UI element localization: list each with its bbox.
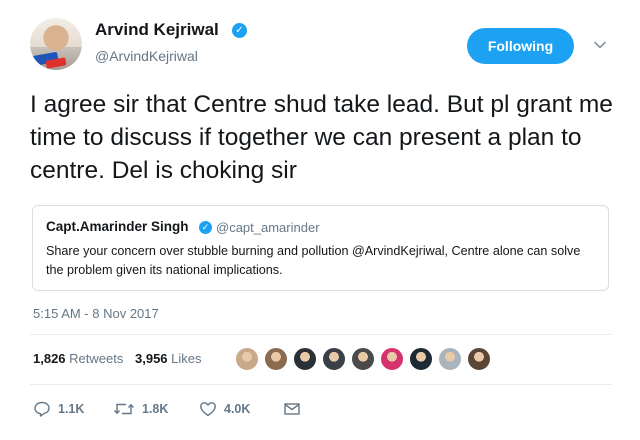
reply-icon (34, 401, 50, 417)
retweet-icon (113, 403, 135, 415)
chevron-down-icon[interactable] (593, 38, 607, 52)
retweet-count: 1.8K (142, 402, 169, 416)
liker-avatar[interactable] (263, 346, 289, 372)
quoted-author-name: Capt.Amarinder Singh (46, 219, 189, 234)
liker-avatar[interactable] (437, 346, 463, 372)
envelope-icon (284, 403, 300, 415)
author-avatar[interactable] (30, 18, 82, 70)
following-button[interactable]: Following (467, 28, 574, 64)
author-handle[interactable]: @ArvindKejriwal (95, 48, 198, 64)
liker-avatar[interactable] (350, 346, 376, 372)
liker-avatar[interactable] (408, 346, 434, 372)
quoted-tweet[interactable]: Capt.Amarinder Singh ✓ @capt_amarinder S… (32, 205, 609, 291)
liker-avatar[interactable] (466, 346, 492, 372)
heart-icon (200, 402, 216, 417)
divider (30, 384, 612, 385)
tweet-text: I agree sir that Centre shud take lead. … (30, 91, 613, 184)
retweet-button[interactable]: 1.8K (113, 398, 168, 420)
reply-button[interactable]: 1.1K (33, 398, 84, 420)
like-count: 4.0K (224, 402, 251, 416)
liker-avatar[interactable] (379, 346, 405, 372)
quoted-tweet-text: Share your concern over stubble burning … (46, 244, 581, 277)
quoted-author-handle: @capt_amarinder (216, 220, 320, 235)
liker-avatar[interactable] (292, 346, 318, 372)
divider (30, 334, 612, 335)
retweets-count[interactable]: 1,826 (33, 351, 66, 366)
reply-count: 1.1K (58, 402, 85, 416)
verified-badge-icon: ✓ (199, 221, 212, 234)
direct-message-button[interactable] (283, 398, 308, 420)
liker-avatar[interactable] (321, 346, 347, 372)
liker-avatar[interactable] (234, 346, 260, 372)
author-name[interactable]: Arvind Kejriwal (95, 20, 219, 40)
likes-count[interactable]: 3,956 (135, 351, 168, 366)
verified-badge-icon: ✓ (232, 23, 247, 38)
retweets-label[interactable]: Retweets (69, 351, 123, 366)
tweet-timestamp[interactable]: 5:15 AM - 8 Nov 2017 (33, 306, 159, 321)
likes-label[interactable]: Likes (171, 351, 201, 366)
like-button[interactable]: 4.0K (199, 398, 250, 420)
engagement-stats: 1,826 Retweets 3,956 Likes (33, 351, 202, 366)
